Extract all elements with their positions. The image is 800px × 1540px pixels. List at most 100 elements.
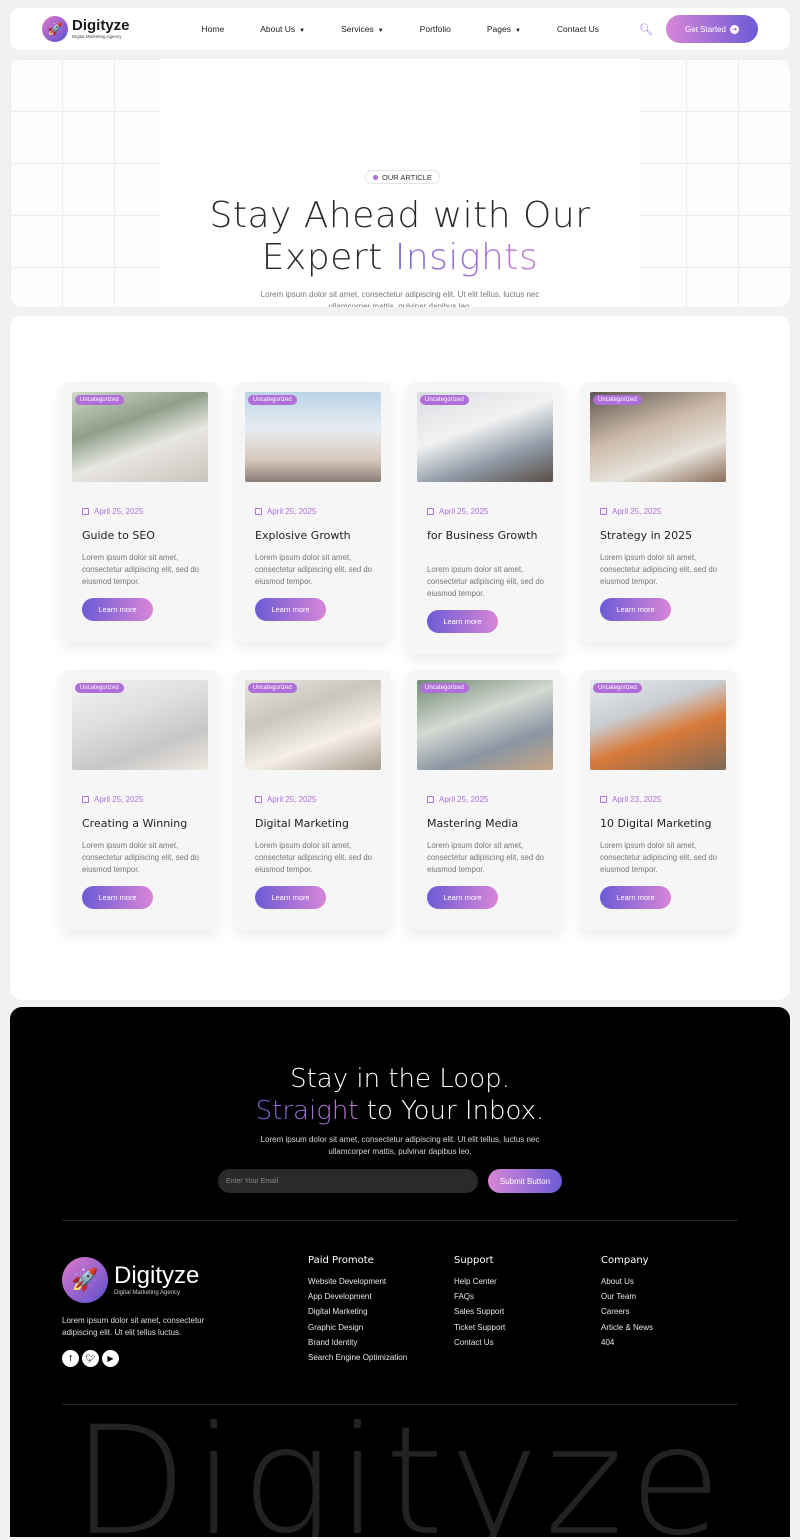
footer-link[interactable]: Graphic Design bbox=[308, 1320, 407, 1335]
article-image[interactable]: Uncategorized bbox=[417, 392, 553, 482]
category-badge[interactable]: Uncategorized bbox=[248, 395, 297, 405]
article-image[interactable]: Uncategorized bbox=[245, 392, 381, 482]
page: 🚀 Digityze Digital Marketing Agency Home… bbox=[0, 0, 800, 1540]
category-badge[interactable]: Uncategorized bbox=[75, 395, 124, 405]
learn-more-button[interactable]: Learn more bbox=[255, 886, 326, 909]
footer-link[interactable]: Website Development bbox=[308, 1274, 407, 1289]
article-card[interactable]: Uncategorized April 25, 2025 Mastering Med… bbox=[407, 670, 563, 930]
article-title[interactable]: Guide to SEO bbox=[82, 530, 202, 542]
youtube-icon[interactable]: ▶ bbox=[102, 1350, 119, 1367]
article-image[interactable]: Uncategorized bbox=[590, 680, 726, 770]
article-image[interactable]: Uncategorized bbox=[590, 392, 726, 482]
footer-logo[interactable]: 🚀 Digityze Digital Marketing Agency bbox=[62, 1257, 199, 1303]
submit-button[interactable]: Submit Button bbox=[488, 1169, 562, 1193]
article-card[interactable]: Uncategorized April 25, 2025 Strategy in 2… bbox=[580, 382, 736, 642]
nav-home[interactable]: Home bbox=[202, 24, 225, 34]
article-title[interactable]: Mastering Media bbox=[427, 818, 547, 830]
article-image[interactable]: Uncategorized bbox=[72, 680, 208, 770]
learn-more-button[interactable]: Learn more bbox=[427, 886, 498, 909]
email-input[interactable]: Enter Your Email bbox=[218, 1169, 478, 1193]
article-title[interactable]: for Business Growth bbox=[427, 530, 547, 542]
article-excerpt: Lorem ipsum dolor sit amet, consectetur … bbox=[427, 841, 545, 874]
article-excerpt: Lorem ipsum dolor sit amet, consectetur … bbox=[600, 841, 718, 874]
article-card[interactable]: Uncategorized April 25, 2025 Explosive Gro… bbox=[235, 382, 391, 642]
newsletter-title: Stay in the Loop. Straight to Your Inbox… bbox=[255, 1064, 545, 1126]
footer-link[interactable]: Our Team bbox=[601, 1289, 653, 1304]
footer-column-heading: Support bbox=[454, 1255, 494, 1266]
article-card[interactable]: Uncategorized April 25, 2025 for Business … bbox=[407, 382, 563, 654]
nav-about-us[interactable]: About Us ▼ bbox=[260, 24, 305, 34]
nav-services[interactable]: Services ▼ bbox=[341, 24, 384, 34]
calendar-icon bbox=[255, 796, 262, 803]
calendar-icon bbox=[82, 796, 89, 803]
nav-portfolio[interactable]: Portfolio bbox=[420, 24, 451, 34]
learn-more-button[interactable]: Learn more bbox=[600, 886, 671, 909]
learn-more-button[interactable]: Learn more bbox=[255, 598, 326, 621]
arrow-right-icon: ➜ bbox=[729, 24, 739, 34]
calendar-icon bbox=[600, 796, 607, 803]
article-image[interactable]: Uncategorized bbox=[417, 680, 553, 770]
footer-link[interactable]: App Development bbox=[308, 1289, 407, 1304]
category-badge[interactable]: Uncategorized bbox=[75, 683, 124, 693]
main-nav: Home About Us ▼ Services ▼ Portfolio Pages… bbox=[202, 23, 653, 36]
hero-section: OUR ARTICLE Stay Ahead with Our Expert I… bbox=[10, 59, 790, 307]
article-title[interactable]: Digital Marketing bbox=[255, 818, 375, 830]
article-date: April 25, 2025 bbox=[255, 507, 316, 516]
footer-link[interactable]: Contact Us bbox=[454, 1335, 505, 1350]
nav-contact-us[interactable]: Contact Us bbox=[557, 24, 599, 34]
footer-link[interactable]: FAQs bbox=[454, 1289, 505, 1304]
get-started-button[interactable]: Get Started ➜ bbox=[666, 15, 758, 43]
footer-link[interactable]: Careers bbox=[601, 1304, 653, 1319]
article-card[interactable]: Uncategorized April 25, 2025 Digital Marke… bbox=[235, 670, 391, 930]
footer-link[interactable]: 404 bbox=[601, 1335, 653, 1350]
category-badge[interactable]: Uncategorized bbox=[248, 683, 297, 693]
footer-column-heading: Company bbox=[601, 1255, 649, 1266]
article-title[interactable]: Strategy in 2025 bbox=[600, 530, 720, 542]
article-title[interactable]: 10 Digital Marketing bbox=[600, 818, 720, 830]
footer-link[interactable]: Digital Marketing bbox=[308, 1304, 407, 1319]
divider bbox=[62, 1220, 738, 1221]
article-card[interactable]: Uncategorized April 23, 2025 10 Digital Ma… bbox=[580, 670, 736, 930]
article-card[interactable]: Uncategorized April 25, 2025 Creating a Wi… bbox=[62, 670, 218, 930]
twitter-icon[interactable]: 🐦︎ bbox=[82, 1350, 99, 1367]
article-card[interactable]: Uncategorized April 25, 2025 Guide to SEO L… bbox=[62, 382, 218, 642]
footer-column-heading: Paid Promote bbox=[308, 1255, 374, 1266]
article-title[interactable]: Creating a Winning bbox=[82, 818, 202, 830]
article-title[interactable]: Explosive Growth bbox=[255, 530, 375, 542]
category-badge[interactable]: Uncategorized bbox=[420, 683, 469, 693]
category-badge[interactable]: Uncategorized bbox=[420, 395, 469, 405]
footer-column-support: Support Help Center FAQs Sales Support T… bbox=[454, 1255, 505, 1350]
learn-more-button[interactable]: Learn more bbox=[82, 886, 153, 909]
learn-more-button[interactable]: Learn more bbox=[427, 610, 498, 633]
footer-link[interactable]: About Us bbox=[601, 1274, 653, 1289]
learn-more-button[interactable]: Learn more bbox=[82, 598, 153, 621]
article-image[interactable]: Uncategorized bbox=[72, 392, 208, 482]
rocket-logo-icon: 🚀 bbox=[62, 1257, 108, 1303]
article-image[interactable]: Uncategorized bbox=[245, 680, 381, 770]
learn-more-button[interactable]: Learn more bbox=[600, 598, 671, 621]
article-excerpt: Lorem ipsum dolor sit amet, consectetur … bbox=[255, 553, 373, 586]
footer-link[interactable]: Help Center bbox=[454, 1274, 505, 1289]
calendar-icon bbox=[82, 508, 89, 515]
search-icon[interactable]: 🔍︎ bbox=[639, 23, 653, 36]
footer-link[interactable]: Article & News bbox=[601, 1320, 653, 1335]
footer-link[interactable]: Sales Support bbox=[454, 1304, 505, 1319]
footer-link[interactable]: Brand Identity bbox=[308, 1335, 407, 1350]
logo[interactable]: 🚀 Digityze Digital Marketing Agency bbox=[42, 16, 130, 42]
category-badge[interactable]: Uncategorized bbox=[593, 395, 642, 405]
nav-pages[interactable]: Pages ▼ bbox=[487, 24, 521, 34]
calendar-icon bbox=[427, 796, 434, 803]
chevron-down-icon: ▼ bbox=[299, 28, 306, 34]
footer-logo-tagline: Digital Marketing Agency bbox=[114, 1290, 181, 1296]
footer-link[interactable]: Search Engine Optimization bbox=[308, 1350, 407, 1365]
hero-subtitle: Lorem ipsum dolor sit amet, consectetur … bbox=[260, 290, 540, 307]
footer-logo-name: Digityze bbox=[114, 1262, 200, 1289]
category-badge[interactable]: Uncategorized bbox=[593, 683, 642, 693]
footer-column-paid-promote: Paid Promote Website Development App Dev… bbox=[308, 1255, 407, 1365]
rocket-logo-icon: 🚀 bbox=[42, 16, 68, 42]
footer-link[interactable]: Ticket Support bbox=[454, 1320, 505, 1335]
article-excerpt: Lorem ipsum dolor sit amet, consectetur … bbox=[82, 841, 200, 874]
facebook-icon[interactable]: f bbox=[62, 1350, 79, 1367]
calendar-icon bbox=[255, 508, 262, 515]
footer-watermark: Digityze bbox=[72, 1395, 728, 1537]
